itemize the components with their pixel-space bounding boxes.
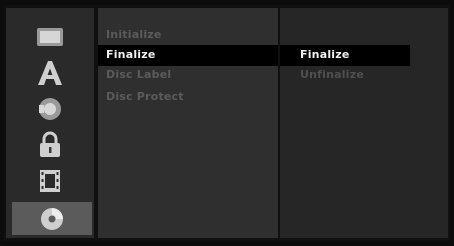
disc-menu: Initialize Finalize Disc Label Disc Prot… <box>98 8 278 238</box>
option-label: Unfinalize <box>300 68 364 81</box>
option-finalize[interactable]: Finalize <box>280 45 410 66</box>
menu-item-disc-protect[interactable]: Disc Protect <box>98 87 278 108</box>
menu-item-label: Finalize <box>106 48 156 61</box>
lock-icon <box>40 131 60 157</box>
option-label: Finalize <box>300 48 350 61</box>
menu-item-label: Disc Label <box>106 68 172 81</box>
sidebar-item-disc[interactable] <box>12 202 92 235</box>
menu-item-disc-label[interactable]: Disc Label <box>98 65 278 86</box>
sidebar-item-lock[interactable] <box>12 128 88 161</box>
tv-screen-icon <box>37 27 63 46</box>
option-unfinalize[interactable]: Unfinalize <box>280 65 410 86</box>
settings-sidebar <box>6 8 94 238</box>
sidebar-item-language[interactable] <box>12 56 88 89</box>
film-icon <box>40 169 60 192</box>
sidebar-item-recording[interactable] <box>12 164 88 197</box>
sidebar-item-audio[interactable] <box>12 92 88 125</box>
menu-item-label: Disc Protect <box>106 90 184 103</box>
speaker-icon <box>39 97 61 120</box>
disc-icon <box>41 207 63 230</box>
menu-item-initialize[interactable]: Initialize <box>98 25 278 46</box>
menu-item-finalize[interactable]: Finalize <box>98 45 278 66</box>
option-submenu: Finalize Unfinalize <box>280 8 448 238</box>
menu-item-label: Initialize <box>106 28 162 41</box>
sidebar-item-display[interactable] <box>12 20 88 53</box>
language-icon <box>38 60 62 85</box>
